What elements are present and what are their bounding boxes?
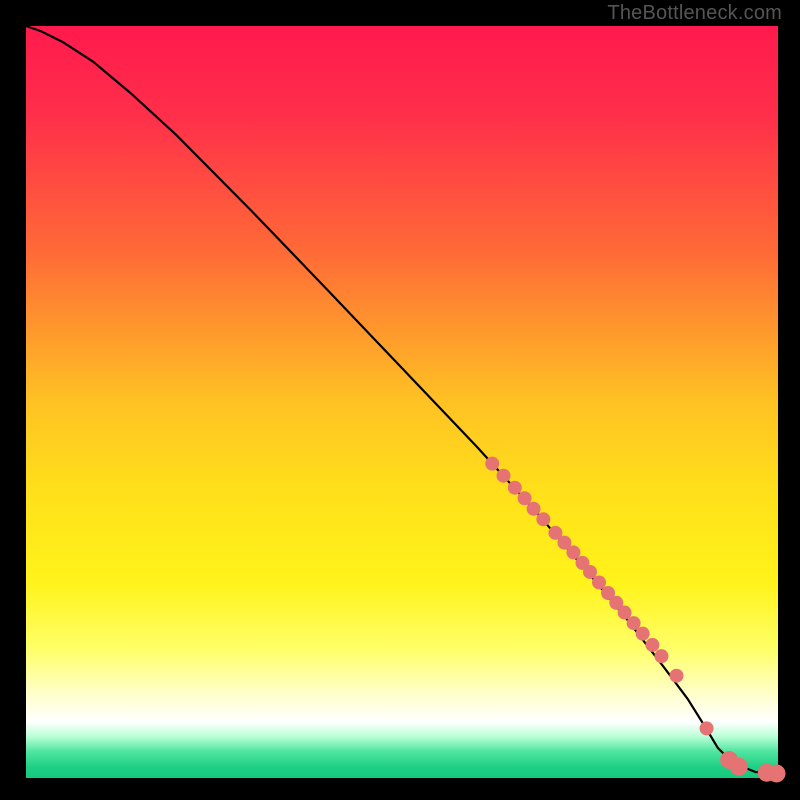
sample-point	[700, 721, 714, 735]
sample-point	[768, 764, 786, 782]
sample-point	[645, 638, 659, 652]
sample-point	[730, 758, 748, 776]
bottleneck-chart	[0, 0, 800, 800]
sample-point	[508, 481, 522, 495]
watermark-text: TheBottleneck.com	[607, 2, 782, 25]
chart-stage: TheBottleneck.com	[0, 0, 800, 800]
sample-point	[654, 649, 668, 663]
gradient-panel	[26, 26, 778, 778]
sample-point	[636, 627, 650, 641]
sample-point	[669, 669, 683, 683]
sample-point	[497, 469, 511, 483]
sample-point	[485, 457, 499, 471]
sample-point	[527, 502, 541, 516]
sample-point	[536, 512, 550, 526]
